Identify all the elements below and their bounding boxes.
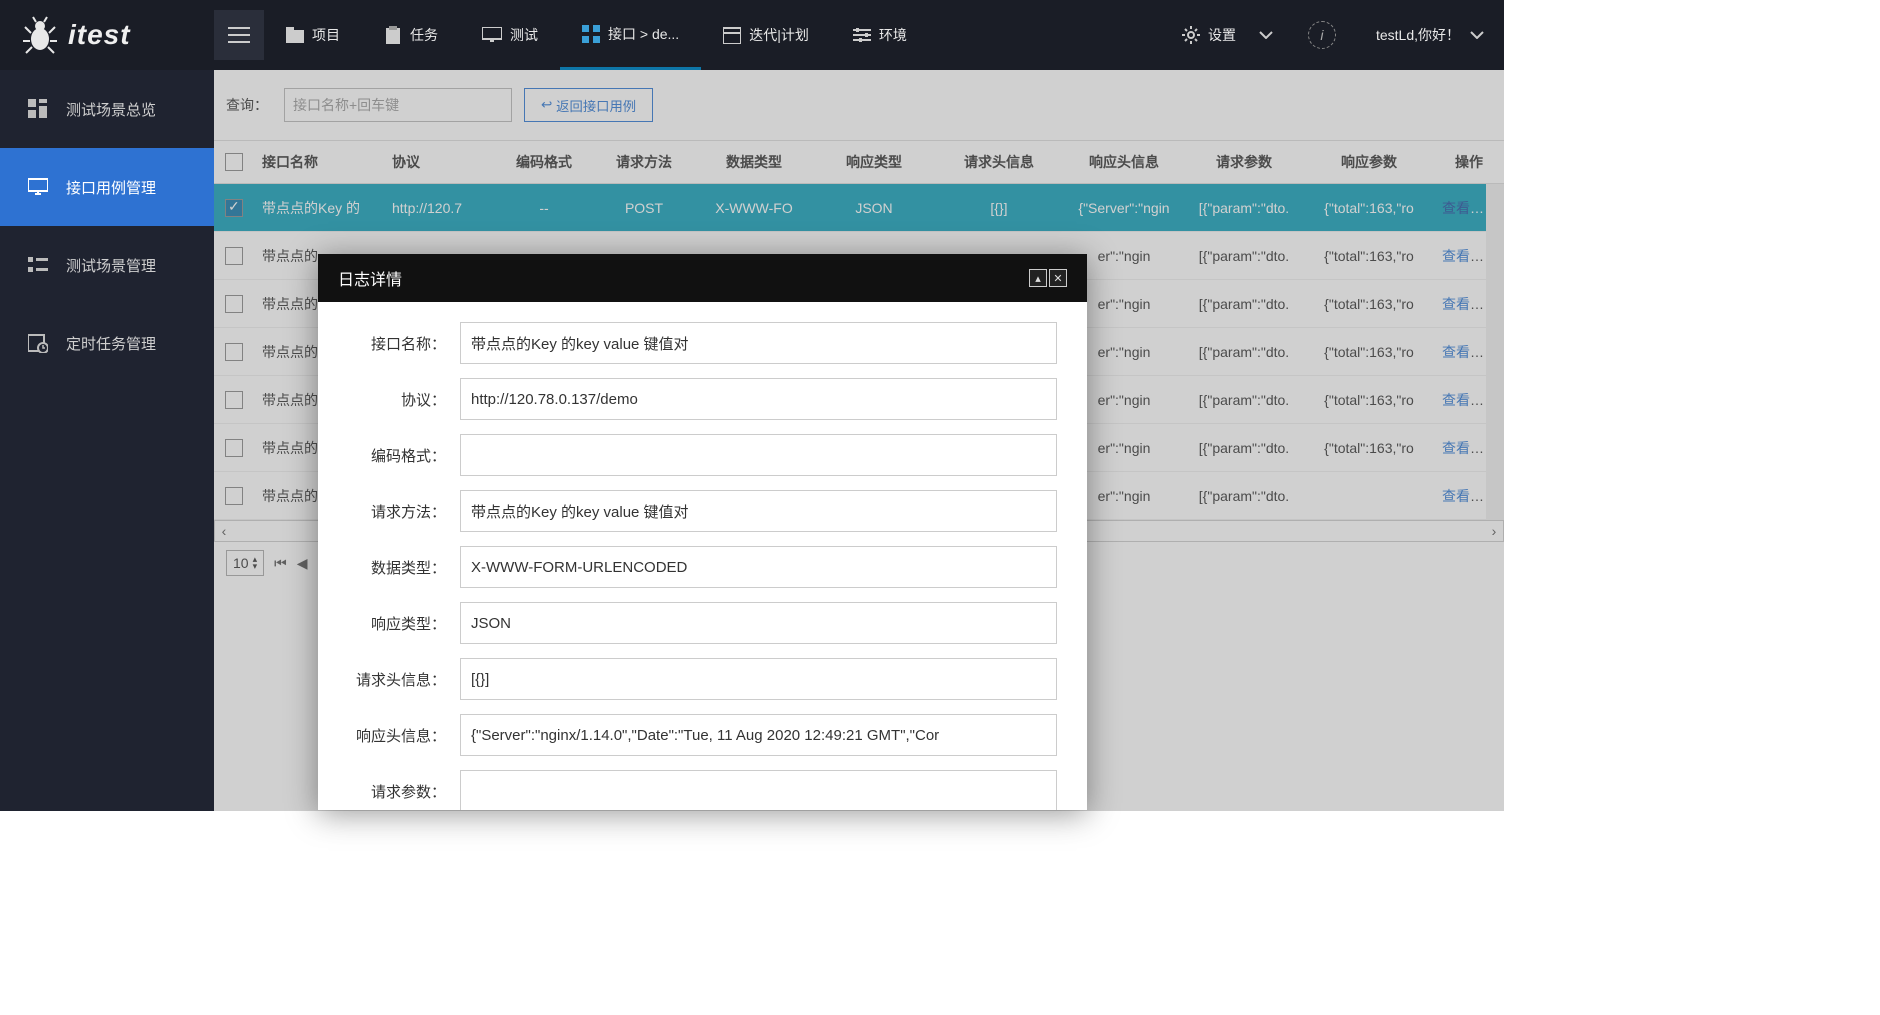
settings-label: 设置	[1208, 25, 1236, 45]
sidebar-item-scenes[interactable]: 测试场景管理	[0, 226, 214, 304]
form-row: 响应类型： JSON	[348, 602, 1057, 644]
monitor-icon	[482, 27, 502, 43]
info-icon[interactable]: i	[1308, 21, 1336, 49]
form-row: 请求头信息： [{}]	[348, 658, 1057, 700]
folder-icon	[286, 27, 304, 43]
form-value[interactable]: 带点点的Key 的key value 键值对	[460, 490, 1057, 532]
form-row: 接口名称： 带点点的Key 的key value 键值对	[348, 322, 1057, 364]
chevron-down-icon[interactable]	[1259, 31, 1273, 39]
form-row: 响应头信息： {"Server":"nginx/1.14.0","Date":"T…	[348, 714, 1057, 756]
form-value[interactable]: [{}]	[460, 658, 1057, 700]
form-label: 请求头信息：	[348, 669, 446, 690]
sidebar-item-overview[interactable]: 测试场景总览	[0, 70, 214, 148]
form-label: 响应类型：	[348, 613, 446, 634]
nav-iteration[interactable]: 迭代|计划	[701, 0, 831, 70]
nav-label: 任务	[410, 25, 438, 45]
form-label: 请求方法：	[348, 501, 446, 522]
sidebar-item-label: 测试场景总览	[66, 99, 156, 120]
user-greeting: testLd,你好！	[1376, 25, 1460, 45]
dashboard-icon	[28, 99, 48, 119]
nav-test[interactable]: 测试	[460, 0, 560, 70]
form-label: 请求参数：	[348, 781, 446, 802]
sidebar: 测试场景总览 接口用例管理 测试场景管理 定时任务管理	[0, 70, 214, 811]
monitor-icon	[28, 177, 48, 197]
form-value[interactable]: X-WWW-FORM-URLENCODED	[460, 546, 1057, 588]
form-row: 数据类型： X-WWW-FORM-URLENCODED	[348, 546, 1057, 588]
form-label: 编码格式：	[348, 445, 446, 466]
hamburger-icon	[228, 26, 250, 44]
topbar: itest 项目 任务 测试 接口 > de... 迭代|计划 环境	[0, 0, 1504, 70]
nav-label: 项目	[312, 25, 340, 45]
nav-tasks[interactable]: 任务	[362, 0, 460, 70]
form-row: 请求方法： 带点点的Key 的key value 键值对	[348, 490, 1057, 532]
dialog-body: 接口名称：带点点的Key 的key value 键值对协议：http://120…	[318, 302, 1087, 810]
nav-project[interactable]: 项目	[264, 0, 362, 70]
bug-icon	[20, 15, 60, 55]
sidebar-item-label: 定时任务管理	[66, 333, 156, 354]
sidebar-item-label: 测试场景管理	[66, 255, 156, 276]
form-value[interactable]	[460, 770, 1057, 810]
sidebar-item-label: 接口用例管理	[66, 177, 156, 198]
clipboard-icon	[384, 26, 402, 44]
grid-icon	[582, 25, 600, 43]
nav-env[interactable]: 环境	[831, 0, 929, 70]
form-value[interactable]: JSON	[460, 602, 1057, 644]
user-menu[interactable]: testLd,你好！	[1376, 25, 1484, 45]
nav-label: 迭代|计划	[749, 25, 809, 45]
sidebar-item-api-cases[interactable]: 接口用例管理	[0, 148, 214, 226]
dialog-title: 日志详情	[338, 266, 402, 290]
form-value[interactable]	[460, 434, 1057, 476]
form-label: 接口名称：	[348, 333, 446, 354]
nav-label: 环境	[879, 25, 907, 45]
dialog-titlebar[interactable]: 日志详情 ▴ ✕	[318, 254, 1087, 302]
log-detail-dialog: 日志详情 ▴ ✕ 接口名称：带点点的Key 的key value 键值对协议：h…	[318, 254, 1087, 810]
form-row: 请求参数：	[348, 770, 1057, 810]
form-value[interactable]: http://120.78.0.137/demo	[460, 378, 1057, 420]
form-value[interactable]: 带点点的Key 的key value 键值对	[460, 322, 1057, 364]
top-nav: 项目 任务 测试 接口 > de... 迭代|计划 环境	[264, 0, 929, 70]
menu-toggle[interactable]	[214, 10, 264, 60]
nav-right: 设置 i testLd,你好！	[1174, 0, 1504, 70]
sidebar-item-scheduled[interactable]: 定时任务管理	[0, 304, 214, 382]
nav-settings[interactable]: 设置	[1174, 0, 1244, 70]
nav-label: 测试	[510, 25, 538, 45]
form-label: 协议：	[348, 389, 446, 410]
form-value[interactable]: {"Server":"nginx/1.14.0","Date":"Tue, 11…	[460, 714, 1057, 756]
dialog-close-button[interactable]: ✕	[1049, 269, 1067, 287]
form-row: 协议： http://120.78.0.137/demo	[348, 378, 1057, 420]
logo-text: itest	[68, 19, 131, 51]
dialog-minimize-button[interactable]: ▴	[1029, 269, 1047, 287]
sliders-icon	[853, 27, 871, 43]
schedule-icon	[28, 333, 48, 353]
gear-icon	[1182, 26, 1200, 44]
form-row: 编码格式：	[348, 434, 1057, 476]
dialog-controls: ▴ ✕	[1029, 269, 1067, 287]
nav-api[interactable]: 接口 > de...	[560, 0, 701, 70]
form-label: 数据类型：	[348, 557, 446, 578]
calendar-icon	[723, 26, 741, 44]
list-icon	[28, 255, 48, 275]
nav-label: 接口 > de...	[608, 24, 679, 44]
form-label: 响应头信息：	[348, 725, 446, 746]
logo: itest	[0, 15, 214, 55]
chevron-down-icon	[1470, 31, 1484, 39]
